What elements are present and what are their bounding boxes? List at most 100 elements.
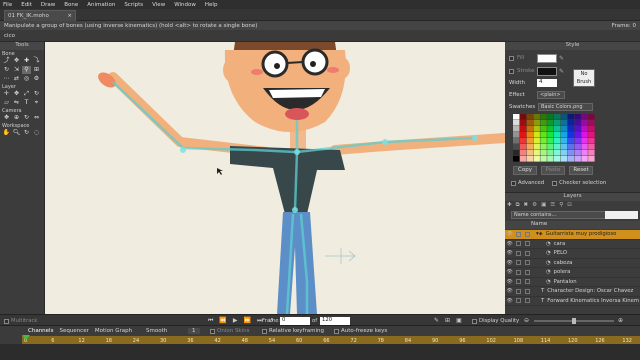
delete-layer-icon[interactable]: ✖ (524, 202, 529, 210)
color-swatch[interactable] (574, 120, 581, 126)
color-swatch[interactable] (581, 126, 588, 132)
color-swatch[interactable] (533, 114, 540, 120)
rewind-icon[interactable]: ⏮ (208, 317, 213, 325)
visibility-eye-icon[interactable]: 👁︎ (505, 241, 514, 247)
text-tool-icon[interactable]: T (22, 99, 31, 107)
color-swatch[interactable] (533, 138, 540, 144)
color-swatch[interactable] (519, 138, 527, 144)
color-swatch[interactable] (574, 150, 581, 156)
color-swatch[interactable] (513, 132, 520, 138)
rotate-layer-tool-icon[interactable]: ↻ (32, 90, 41, 98)
interpolation-dropdown[interactable]: Smooth (146, 328, 167, 334)
close-icon[interactable]: × (67, 13, 72, 19)
layer-checkbox-2[interactable] (525, 241, 530, 247)
auto-freeze-checkbox[interactable] (334, 328, 339, 334)
set-origin-tool-icon[interactable]: ✛ (2, 90, 11, 98)
color-swatch[interactable] (540, 120, 547, 126)
color-swatch[interactable] (554, 132, 561, 138)
flip-layer-tool-icon[interactable]: ⇋ (12, 99, 21, 107)
color-swatch[interactable] (581, 144, 588, 150)
manipulate-bones-tool-icon[interactable]: ⚲ (22, 66, 31, 74)
layer-checkbox[interactable] (516, 260, 521, 266)
layer-checkbox[interactable] (516, 279, 521, 285)
fill-color-swatch[interactable] (537, 54, 557, 63)
color-swatch[interactable] (533, 156, 540, 162)
color-swatch[interactable] (574, 138, 581, 144)
frame-field[interactable]: 0 (280, 317, 310, 325)
play-icon[interactable]: ▶ (233, 317, 238, 325)
color-swatch[interactable] (513, 150, 520, 156)
color-swatch[interactable] (513, 114, 520, 120)
color-swatch[interactable] (533, 150, 540, 156)
layer-row[interactable]: 👁︎ ◔ PELO (505, 249, 640, 259)
onion-skins-checkbox[interactable] (210, 328, 215, 334)
color-swatch[interactable] (513, 138, 520, 144)
translate-bone-tool-icon[interactable]: ✥ (12, 57, 21, 65)
layer-row[interactable]: 👁︎ T Forward Kinematics Inversa Kinem (505, 297, 640, 306)
color-swatch[interactable] (588, 156, 595, 162)
layer-checkbox[interactable] (516, 241, 521, 247)
color-swatch[interactable] (554, 138, 561, 144)
playhead-icon[interactable] (22, 335, 30, 340)
layer-checkbox[interactable] (516, 231, 521, 237)
visibility-eye-icon[interactable]: 👁︎ (505, 260, 514, 266)
color-swatch[interactable] (513, 126, 520, 132)
advanced-checkbox[interactable] (511, 180, 516, 186)
color-swatch[interactable] (526, 120, 534, 126)
bone-physics-tool-icon[interactable]: ⚙ (32, 75, 41, 83)
color-swatch[interactable] (560, 120, 568, 126)
color-swatch[interactable] (567, 132, 575, 138)
color-swatch[interactable] (533, 126, 540, 132)
visibility-eye-icon[interactable]: 👁︎ (505, 298, 514, 304)
color-swatch[interactable] (574, 144, 581, 150)
draw-icon[interactable]: ✎ (434, 317, 439, 324)
pan-tilt-camera-icon[interactable]: ⇔ (32, 114, 41, 122)
color-swatch[interactable] (588, 138, 595, 144)
color-swatch[interactable] (574, 114, 581, 120)
layer-row[interactable]: 👁︎ ◔ Pantalon (505, 278, 640, 287)
layer-checkbox-2[interactable] (525, 250, 530, 256)
no-brush-button[interactable]: No Brush (573, 69, 595, 87)
color-swatch[interactable] (581, 120, 588, 126)
layer-checkbox-2[interactable] (525, 279, 530, 285)
color-swatch[interactable] (526, 144, 534, 150)
canvas[interactable] (45, 42, 505, 314)
color-swatch[interactable] (519, 156, 527, 162)
layer-filter-dropdown[interactable]: Name contains... (511, 211, 611, 219)
color-swatch[interactable] (574, 132, 581, 138)
color-swatch[interactable] (540, 132, 547, 138)
layer-checkbox[interactable] (516, 269, 521, 275)
paste-button[interactable]: Paste (541, 166, 565, 175)
color-swatch[interactable] (567, 156, 575, 162)
menu-item-help[interactable]: Help (205, 2, 218, 8)
orbit-workspace-icon[interactable]: ◌ (32, 129, 41, 137)
menu-item-draw[interactable]: Draw (41, 2, 55, 8)
menu-item-bone[interactable]: Bone (64, 2, 78, 8)
timeline-tab-channels[interactable]: Channels (28, 328, 53, 334)
color-swatch[interactable] (547, 156, 554, 162)
track-camera-icon[interactable]: ✥ (2, 114, 11, 122)
color-swatch[interactable] (554, 150, 561, 156)
color-swatch[interactable] (519, 120, 527, 126)
color-swatch[interactable] (581, 156, 588, 162)
zoom-out-icon[interactable]: ⊖ (524, 317, 529, 324)
color-swatch[interactable] (547, 132, 554, 138)
color-swatch[interactable] (574, 156, 581, 162)
color-swatch[interactable] (526, 132, 534, 138)
color-swatch[interactable] (519, 150, 527, 156)
checker-selection-checkbox[interactable] (552, 180, 558, 186)
color-swatch[interactable] (554, 156, 561, 162)
color-swatch[interactable] (519, 132, 527, 138)
layer-checkbox-2[interactable] (525, 260, 530, 266)
color-swatch[interactable] (554, 114, 561, 120)
color-swatch[interactable] (567, 114, 575, 120)
scale-bone-tool-icon[interactable]: ⇲ (12, 66, 21, 74)
color-swatch[interactable] (526, 150, 534, 156)
stroke-eyedropper-icon[interactable]: ✎ (559, 68, 564, 75)
rotate-bone-tool-icon[interactable]: ↻ (2, 66, 11, 74)
layer-filter-input[interactable] (605, 211, 638, 219)
color-swatch[interactable] (581, 132, 588, 138)
zoom-in-icon[interactable]: ⊕ (618, 317, 623, 324)
timeline-tracks[interactable] (0, 344, 640, 360)
layer-row[interactable]: 👁︎ ◔ cara (505, 240, 640, 249)
